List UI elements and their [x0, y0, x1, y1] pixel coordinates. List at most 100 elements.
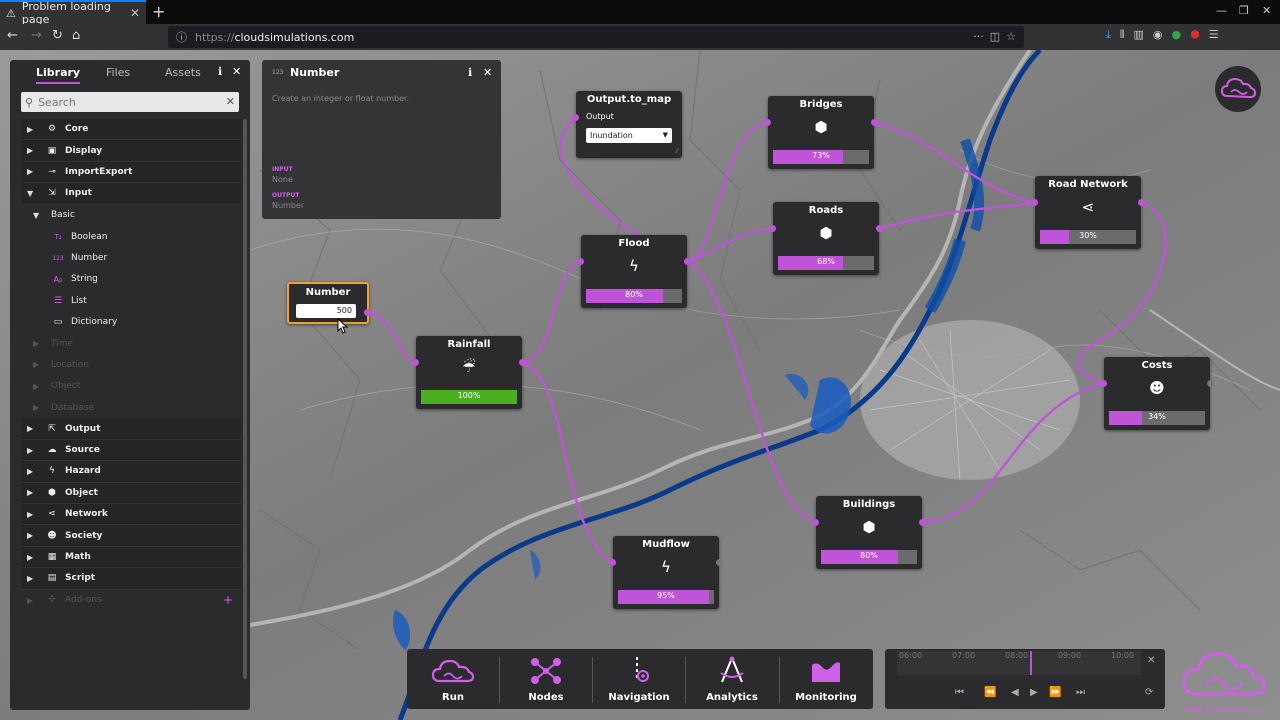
scrollbar[interactable] — [243, 119, 247, 679]
resize-handle-icon[interactable]: ⁄⁄ — [676, 148, 678, 155]
input-port[interactable] — [572, 114, 579, 121]
expand-icon[interactable]: ▶ — [27, 167, 39, 176]
category-input[interactable]: ▼ ⇲ Input — [21, 183, 241, 205]
node-rainfall[interactable]: Rainfall ☔ 100% — [412, 336, 526, 409]
adblock-icon[interactable]: ⬢ — [1190, 28, 1200, 42]
expand-icon[interactable]: ▶ — [27, 574, 39, 583]
category-addons[interactable]: ▶ ✣ Add-ons + — [21, 590, 241, 611]
search-input[interactable] — [38, 95, 215, 109]
output-port[interactable] — [871, 119, 878, 126]
reload-icon[interactable]: ↻ — [52, 28, 63, 43]
group-database[interactable]: ▶ Database — [21, 397, 241, 418]
node-buildings[interactable]: Buildings ⬢ 80% — [812, 496, 926, 569]
back-icon[interactable]: ← — [7, 28, 18, 43]
minimize-icon[interactable]: — — [1216, 4, 1227, 17]
app-canvas[interactable]: Library Files Assets ℹ ✕ ⚲ ✕ ▶⚙Core ▶▣Di… — [0, 50, 1280, 720]
info-icon[interactable]: ℹ — [468, 66, 472, 79]
category-display[interactable]: ▶ ▣ Display — [21, 140, 241, 162]
tab-files[interactable]: Files — [106, 66, 130, 79]
input-port[interactable] — [1100, 380, 1107, 387]
node-costs[interactable]: Costs ☻ 34% — [1100, 357, 1214, 430]
close-icon[interactable]: ✕ — [232, 65, 241, 78]
expand-icon[interactable]: ▶ — [27, 146, 39, 155]
category-output[interactable]: ▶ ⇱ Output — [21, 418, 241, 440]
group-time[interactable]: ▶ Time — [21, 333, 241, 354]
input-port[interactable] — [769, 225, 776, 232]
play-icon[interactable]: ▶ — [1030, 687, 1038, 698]
expand-icon[interactable]: ▶ — [33, 339, 45, 348]
category-importexport[interactable]: ▶ ⊸ ImportExport — [21, 161, 241, 184]
output-port[interactable] — [519, 359, 526, 366]
account-icon[interactable]: ◉ — [1153, 28, 1163, 42]
output-port[interactable] — [876, 225, 883, 232]
node-roads[interactable]: Roads ⬢ 68% — [769, 202, 883, 275]
page-actions-icon[interactable]: ··· — [973, 30, 984, 43]
expand-icon[interactable]: ▶ — [27, 510, 39, 519]
category-core[interactable]: ▶ ⚙ Core — [21, 119, 241, 141]
sidebar-icon[interactable]: ▥ — [1134, 28, 1144, 42]
skip-start-icon[interactable]: ⏮ — [955, 687, 964, 698]
monitoring-button[interactable]: Monitoring — [780, 649, 872, 709]
loop-icon[interactable]: ⟳ — [1145, 687, 1153, 698]
expand-icon[interactable]: ▶ — [27, 488, 39, 497]
output-port[interactable] — [364, 309, 371, 316]
pocket-icon[interactable]: ◫ — [990, 30, 1000, 43]
item-string[interactable]: Aᵦ String — [21, 269, 241, 290]
output-port[interactable] — [919, 519, 926, 526]
category-math[interactable]: ▶ ▦ Math — [21, 546, 241, 569]
tab-assets[interactable]: Assets — [165, 66, 201, 79]
add-icon[interactable]: + — [223, 593, 233, 607]
node-bridges[interactable]: Bridges ⬢ 73% — [764, 96, 878, 169]
output-port[interactable] — [1138, 199, 1145, 206]
input-port[interactable] — [609, 559, 616, 566]
expand-icon[interactable]: ▶ — [27, 125, 39, 134]
category-script[interactable]: ▶ ▤ Script — [21, 568, 241, 590]
item-boolean[interactable]: T₂ Boolean — [21, 226, 241, 247]
node-flood[interactable]: Flood ϟ 80% — [577, 235, 691, 308]
group-location[interactable]: ▶ Location — [21, 354, 241, 375]
group-object[interactable]: ▶ Object — [21, 376, 241, 397]
node-number[interactable]: Number 500 — [287, 282, 371, 324]
timeline-close-icon[interactable]: ✕ — [1147, 655, 1155, 666]
input-port[interactable] — [764, 119, 771, 126]
output-port[interactable] — [1207, 380, 1214, 387]
forward-icon[interactable]: → — [31, 28, 42, 43]
timeline-playhead[interactable] — [1030, 651, 1032, 675]
node-mudflow[interactable]: Mudflow ϟ 95% — [609, 536, 723, 609]
new-tab-button[interactable]: + — [152, 2, 165, 21]
output-select[interactable]: Inundation ▼ — [586, 128, 672, 143]
category-society[interactable]: ▶ ☻ Society — [21, 525, 241, 547]
input-port[interactable] — [577, 258, 584, 265]
collapse-icon[interactable]: ▼ — [27, 189, 39, 198]
input-port[interactable] — [412, 359, 419, 366]
bookmark-star-icon[interactable]: ☆ — [1006, 30, 1016, 43]
download-icon[interactable]: ⤓ — [1106, 28, 1111, 42]
input-port[interactable] — [812, 519, 819, 526]
number-value-input[interactable]: 500 — [296, 304, 356, 318]
item-list[interactable]: ☰ List — [21, 290, 241, 311]
run-button[interactable]: Run — [407, 649, 499, 709]
skip-end-icon[interactable]: ⏭ — [1076, 687, 1085, 698]
fast-forward-icon[interactable]: ⏩ — [1049, 687, 1061, 698]
expand-icon[interactable]: ▶ — [27, 467, 39, 476]
library-icon[interactable]: ⫴ — [1120, 28, 1125, 42]
menu-icon[interactable]: ☰ — [1209, 28, 1219, 42]
expand-icon[interactable]: ▶ — [33, 403, 45, 412]
step-back-icon[interactable]: ◀ — [1011, 687, 1019, 698]
expand-icon[interactable]: ▶ — [27, 596, 39, 605]
expand-icon[interactable]: ▶ — [27, 424, 39, 433]
rewind-icon[interactable]: ⏪ — [984, 687, 996, 698]
category-hazard[interactable]: ▶ ϟ Hazard — [21, 461, 241, 483]
node-output-to-map[interactable]: Output.to_map Output Inundation ▼ ⁄⁄ — [572, 91, 682, 158]
extension-green-icon[interactable]: ● — [1172, 28, 1182, 42]
analytics-button[interactable]: Analytics — [686, 649, 778, 709]
output-port[interactable] — [716, 559, 723, 566]
info-icon[interactable]: ℹ — [218, 65, 222, 78]
category-network[interactable]: ▶ ⋖ Network — [21, 504, 241, 526]
category-source[interactable]: ▶ ☁ Source — [21, 439, 241, 462]
tab-library[interactable]: Library — [36, 66, 81, 84]
expand-icon[interactable]: ▶ — [27, 531, 39, 540]
collapse-icon[interactable]: ▼ — [33, 211, 45, 220]
maximize-icon[interactable]: ❐ — [1239, 4, 1249, 17]
output-port[interactable] — [684, 258, 691, 265]
